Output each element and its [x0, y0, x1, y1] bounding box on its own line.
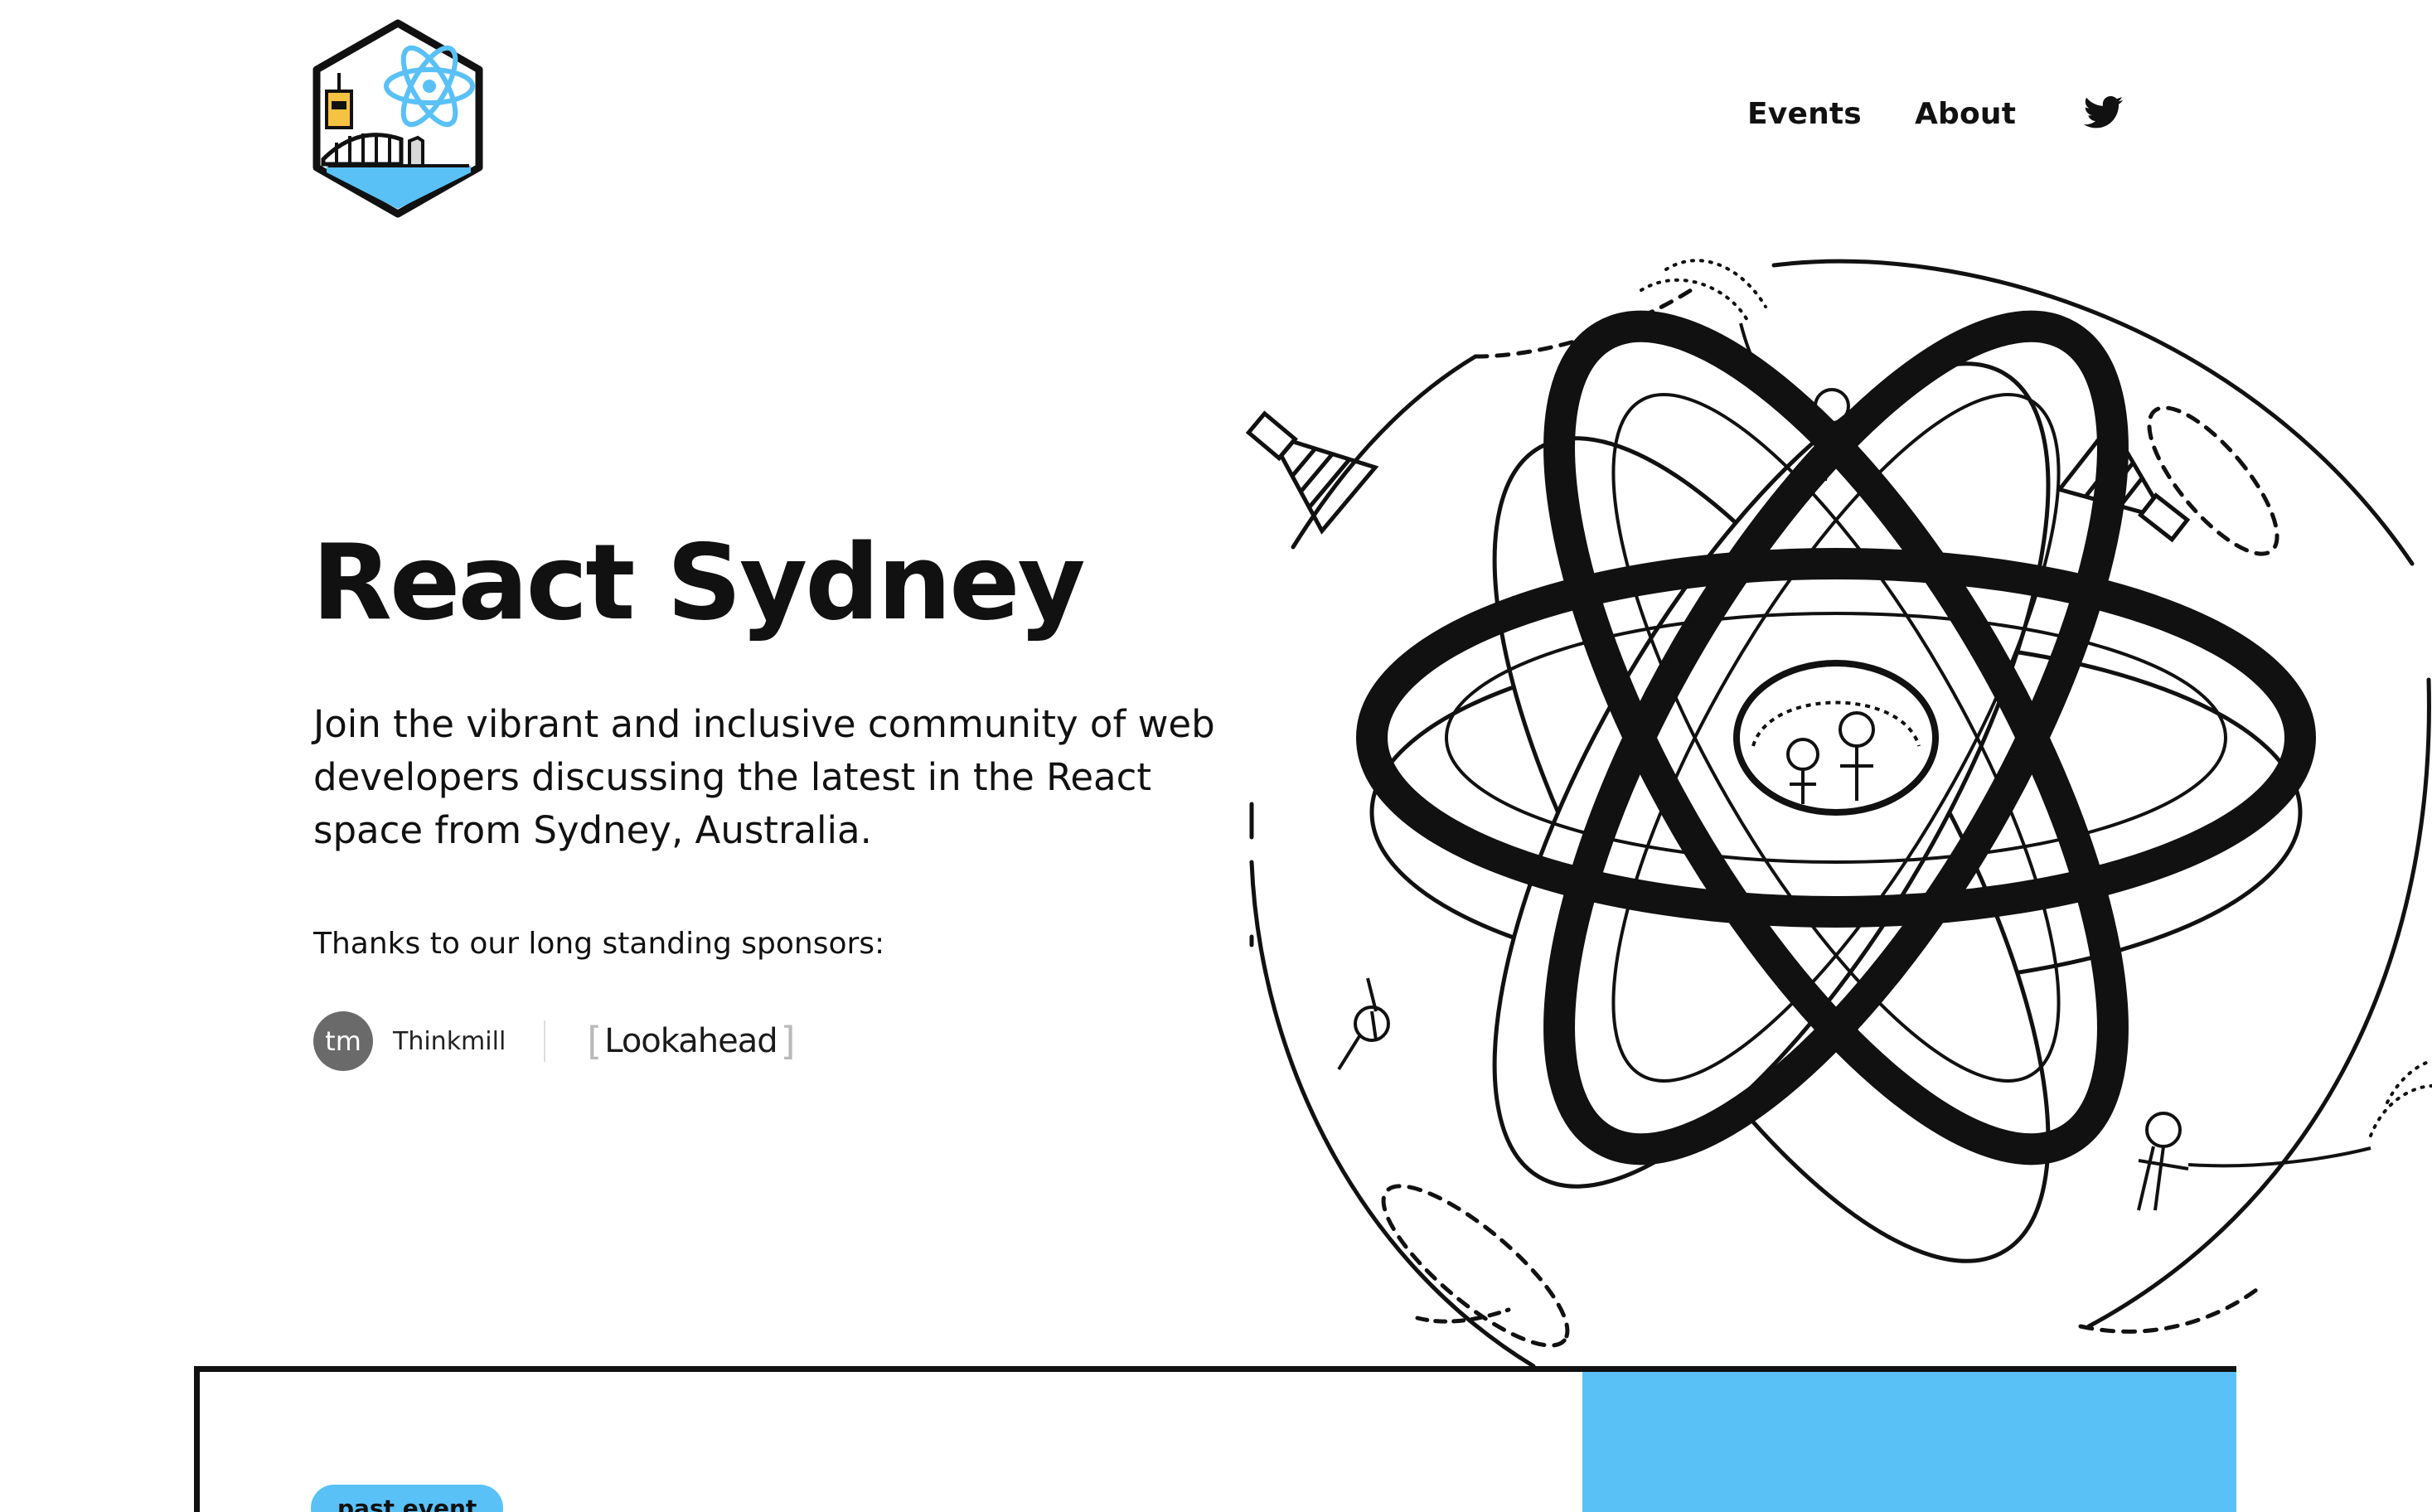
page-title: React Sydney — [312, 521, 1086, 643]
sponsor-list: tm Thinkmill [ Lookahead ] — [313, 1010, 798, 1073]
page: Events About React Sydney Join the vibra… — [0, 0, 2432, 1512]
sponsors-label: Thanks to our long standing sponsors: — [313, 927, 885, 961]
sponsor-name: Thinkmill — [393, 1026, 506, 1056]
sponsor-thinkmill[interactable]: tm Thinkmill — [313, 1011, 506, 1071]
bracket-left-icon: [ — [587, 1019, 602, 1064]
sponsor-name: Lookahead — [604, 1022, 778, 1060]
bracket-right-icon: ] — [780, 1019, 796, 1064]
sponsor-divider — [544, 1020, 546, 1062]
sponsor-lookahead[interactable]: [ Lookahead ] — [584, 1019, 797, 1064]
thinkmill-logo-icon: tm — [313, 1011, 373, 1071]
react-atom-illustration — [1245, 259, 2432, 1369]
react-sydney-logo-icon — [312, 19, 483, 218]
site-logo[interactable] — [308, 18, 487, 219]
status-badge: past event — [311, 1485, 504, 1512]
event-card[interactable]: past event — [194, 1366, 2236, 1512]
nav-events-link[interactable]: Events — [1747, 97, 1862, 131]
twitter-icon[interactable] — [2083, 96, 2125, 131]
hero-description: Join the vibrant and inclusive community… — [313, 702, 1215, 852]
event-card-image-panel — [1582, 1372, 2236, 1512]
main-nav: Events About — [1747, 96, 2125, 131]
nav-about-link[interactable]: About — [1915, 97, 2016, 131]
